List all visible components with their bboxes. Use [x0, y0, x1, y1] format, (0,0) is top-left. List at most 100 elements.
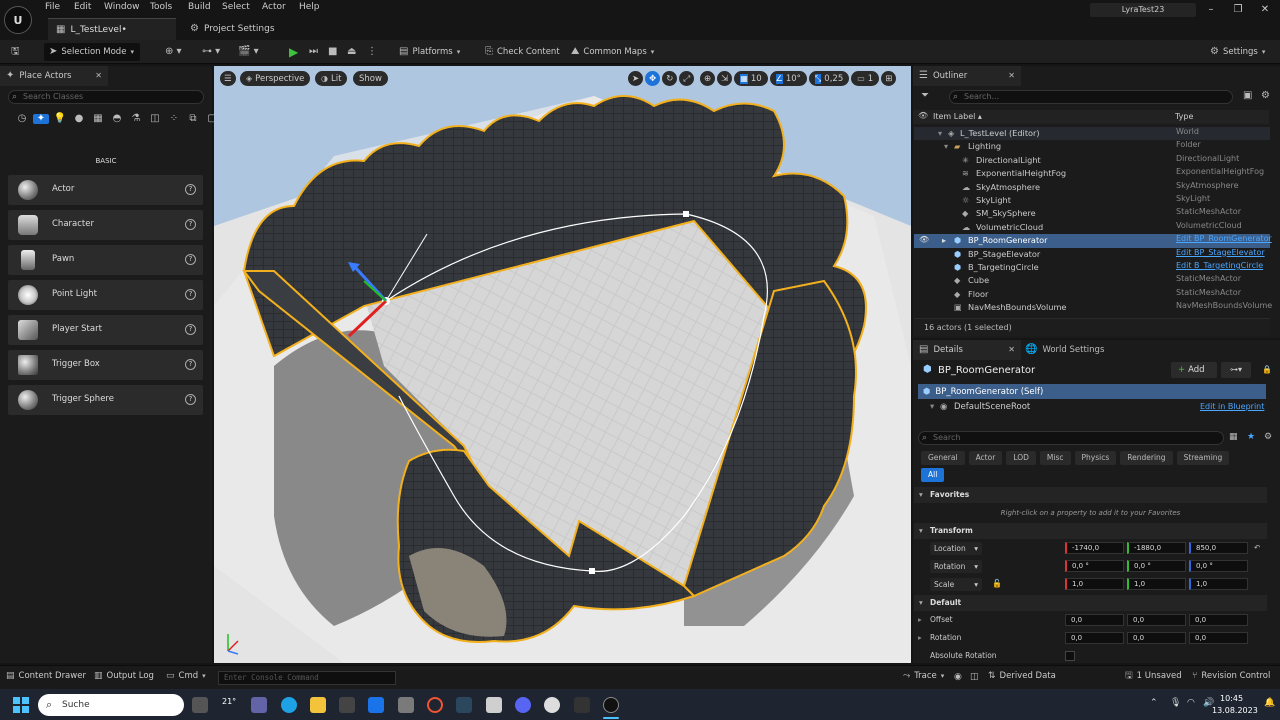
blueprint-icon[interactable]: ⊶ ▾	[197, 43, 225, 61]
menu-file[interactable]: File	[45, 2, 60, 16]
epic-games-icon[interactable]	[574, 697, 590, 713]
world-space-icon[interactable]: ⊕	[700, 71, 716, 86]
scale-z-field[interactable]: 1,0	[1189, 578, 1248, 590]
level-viewport[interactable]: ☰ ◈ Perspective ◑ Lit Show ➤ ✥ ↻ ⤢ ⊕ ⇲ ▦…	[214, 66, 911, 663]
task-view-icon[interactable]	[192, 697, 208, 713]
scale-snap-button[interactable]: ⤡ 0,25	[808, 71, 850, 86]
basic-category-icon[interactable]: ✦	[33, 114, 49, 124]
taskbar-search-box[interactable]: ⌕ Suche	[38, 694, 184, 716]
component-self-row[interactable]: ⬢ BP_RoomGenerator (Self)	[918, 384, 1266, 399]
filter-tab-rendering[interactable]: Rendering	[1120, 451, 1173, 465]
revision-control-button[interactable]: ⑂ Revision Control	[1192, 671, 1270, 681]
offset-z-field[interactable]: 0,0	[1189, 614, 1248, 626]
favorites-section[interactable]: Favorites	[914, 487, 1267, 503]
expand-arrow-icon[interactable]: ▾	[938, 128, 942, 138]
add-folder-icon[interactable]: ▣	[1243, 91, 1252, 101]
close-icon[interactable]: ✕	[1008, 71, 1015, 81]
lights-icon[interactable]: 💡	[52, 114, 68, 124]
scale-x-field[interactable]: 1,0	[1065, 578, 1124, 590]
help-icon[interactable]: ?	[185, 254, 196, 265]
filter-tab-physics[interactable]: Physics	[1074, 451, 1117, 465]
place-actor-item[interactable]: Actor ?	[8, 175, 203, 205]
lit-button[interactable]: ◑ Lit	[315, 71, 348, 86]
outliner-row-selected[interactable]: 👁 ▸ ⬢ BP_RoomGenerator Edit BP_RoomGener…	[914, 234, 1272, 248]
opera-icon[interactable]	[427, 697, 443, 713]
favorite-star-icon[interactable]: ★	[1247, 432, 1255, 442]
volumes-icon[interactable]: ⚗	[128, 114, 144, 124]
outliner-search-input[interactable]: Search...	[949, 90, 1233, 104]
rotate-tool-icon[interactable]: ↻	[662, 71, 678, 86]
console-command-input[interactable]: Enter Console Command	[218, 671, 396, 685]
place-actor-item[interactable]: Trigger Box ?	[8, 350, 203, 380]
steam-icon[interactable]	[456, 697, 472, 713]
surface-snap-icon[interactable]: ⇲	[717, 71, 733, 86]
expand-arrow-icon[interactable]: ▸	[918, 633, 922, 642]
rotation-y-field[interactable]: 0,0 °	[1127, 560, 1186, 572]
help-icon[interactable]: ?	[185, 359, 196, 370]
default-section[interactable]: Default	[914, 595, 1267, 611]
place-actor-item[interactable]: Point Light ?	[8, 280, 203, 310]
outliner-row-folder[interactable]: ▾ ▰ Lighting Folder	[914, 140, 1270, 153]
filter-tab-streaming[interactable]: Streaming	[1176, 451, 1230, 465]
column-type[interactable]: Type	[1175, 112, 1193, 121]
content-drawer-button[interactable]: ▤ Content Drawer	[6, 671, 86, 681]
geometry-icon[interactable]: ◫	[147, 114, 163, 124]
close-icon[interactable]: ✕	[1008, 345, 1015, 355]
add-component-button[interactable]: + Add	[1171, 362, 1217, 378]
github-icon[interactable]	[544, 697, 560, 713]
help-icon[interactable]: ?	[185, 219, 196, 230]
location-z-field[interactable]: 850,0	[1189, 542, 1248, 554]
common-maps-button[interactable]: ⛰ Common Maps ▾	[566, 43, 659, 61]
location-y-field[interactable]: -1880,0	[1127, 542, 1186, 554]
selection-mode-button[interactable]: ➤ Selection Mode ▾	[44, 43, 140, 61]
expand-arrow-icon[interactable]: ▸	[942, 235, 946, 245]
shapes-icon[interactable]: ●	[71, 114, 87, 124]
camera-speed-button[interactable]: ▭ 1	[851, 71, 880, 86]
outliner-row[interactable]: ▣ NavMeshBoundsVolume NavMeshBoundsVolum…	[914, 301, 1272, 314]
derived-data-button[interactable]: ⇅ Derived Data	[988, 671, 1056, 681]
translate-tool-icon[interactable]: ✥	[645, 71, 661, 86]
location-x-field[interactable]: -1740,0	[1065, 542, 1124, 554]
outliner-row[interactable]: ☁ VolumetricCloud VolumetricCloud	[914, 221, 1270, 234]
help-icon[interactable]: ?	[185, 184, 196, 195]
lock-icon[interactable]: 🔓	[992, 579, 1002, 588]
place-actor-item[interactable]: Character ?	[8, 210, 203, 240]
location-dropdown[interactable]: Location ▾	[930, 542, 982, 555]
placement-icon[interactable]: ⧉	[185, 114, 201, 124]
expand-arrow-icon[interactable]: ▾	[930, 402, 934, 412]
all-classes-icon[interactable]: ⁘	[166, 114, 182, 124]
add-actor-icon[interactable]: ⊕ ▾	[160, 43, 187, 61]
edge-icon[interactable]	[281, 697, 297, 713]
trace-button[interactable]: ⤳ Trace ▾	[903, 671, 944, 681]
maximize-icon[interactable]: ❐	[1230, 4, 1246, 18]
expand-arrow-icon[interactable]: ▾	[944, 141, 948, 151]
outliner-tab[interactable]: ☰ Outliner ✕	[913, 66, 1021, 86]
viewport-menu-icon[interactable]: ☰	[220, 71, 236, 86]
clock-date[interactable]: 13.08.2023	[1212, 706, 1258, 715]
place-actor-item[interactable]: Pawn ?	[8, 245, 203, 275]
check-content-button[interactable]: ⎘ Check Content	[480, 43, 565, 61]
filter-tab-lod[interactable]: LOD	[1006, 451, 1036, 465]
clock-time[interactable]: 10:45	[1220, 694, 1243, 703]
level-document-tab[interactable]: ▦ L_TestLevel•	[48, 18, 176, 40]
perspective-button[interactable]: ◈ Perspective	[240, 71, 311, 86]
place-actors-tab[interactable]: ✦ Place Actors ✕	[0, 66, 108, 86]
calculator-icon[interactable]	[339, 697, 355, 713]
minimize-icon[interactable]: –	[1203, 4, 1219, 18]
default-rotation-z-field[interactable]: 0,0	[1189, 632, 1248, 644]
place-actor-item[interactable]: Player Start ?	[8, 315, 203, 345]
details-tab[interactable]: ▤ Details ✕	[913, 340, 1021, 360]
visibility-eye-icon[interactable]: 👁	[919, 235, 929, 244]
transform-section[interactable]: Transform	[914, 523, 1267, 539]
close-icon[interactable]: ✕	[95, 71, 102, 81]
help-icon[interactable]: ?	[185, 324, 196, 335]
world-settings-tab[interactable]: 🌐 World Settings	[1025, 340, 1104, 360]
offset-x-field[interactable]: 0,0	[1065, 614, 1124, 626]
column-item-label[interactable]: Item Label ▴	[933, 112, 982, 121]
offset-y-field[interactable]: 0,0	[1127, 614, 1186, 626]
rotation-snap-button[interactable]: ∠ 10°	[769, 71, 807, 86]
filter-tab-actor[interactable]: Actor	[968, 451, 1003, 465]
menu-build[interactable]: Build	[188, 2, 211, 16]
viewport-scene[interactable]	[214, 66, 911, 663]
scale-dropdown[interactable]: Scale ▾	[930, 578, 982, 591]
